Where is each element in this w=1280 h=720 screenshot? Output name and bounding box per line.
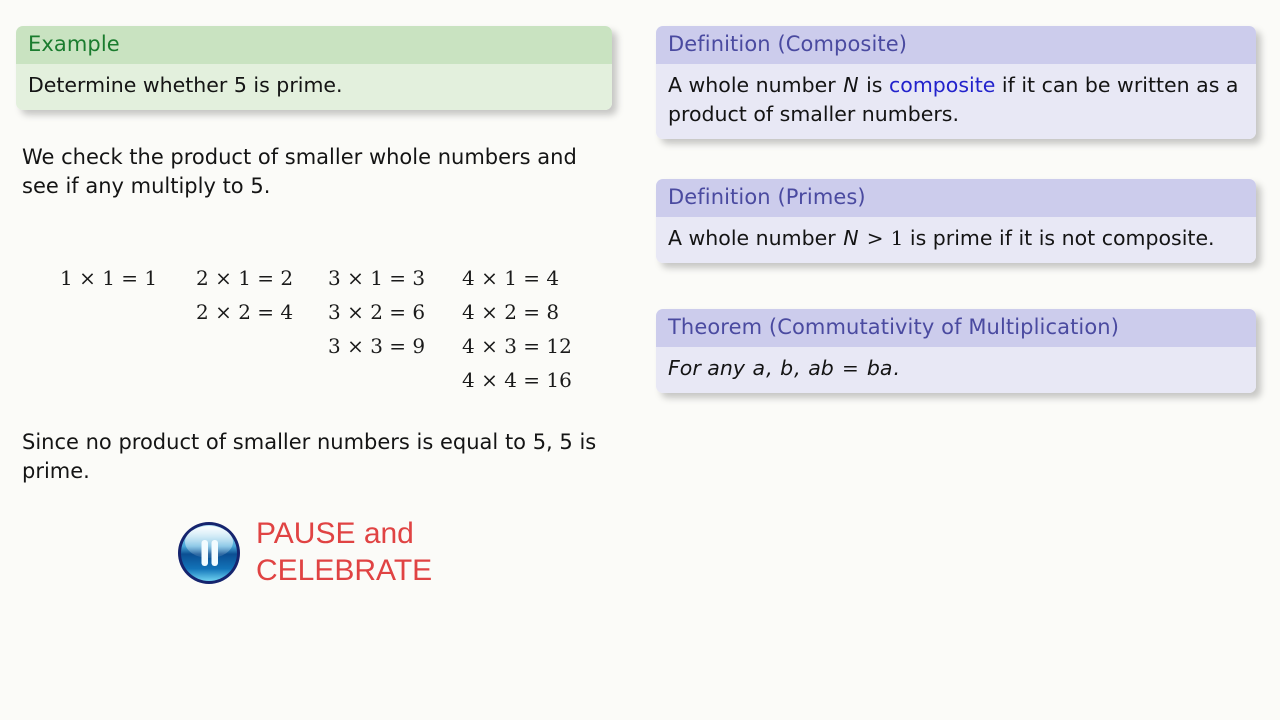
example-block: Example Determine whether 5 is prime.: [16, 26, 612, 111]
table-cell: [316, 370, 448, 392]
table-cell: 2 × 1 = 2: [196, 266, 294, 290]
multiplication-table: 1 × 1 = 1 2 × 1 = 2 3 × 1 = 3 4 × 1 = 4 …: [52, 268, 580, 392]
table-cell: 4 × 1 = 4: [462, 266, 560, 290]
definition-composite-body: A whole number N is composite if it can …: [656, 64, 1256, 140]
example-block-title: Example: [16, 26, 612, 64]
pause-and-celebrate-text: PAUSE and CELEBRATE: [256, 516, 432, 589]
table-cell: 2 × 2 = 4: [196, 300, 294, 324]
definition-primes-body: A whole number N > 1 is prime if it is n…: [656, 217, 1256, 264]
example-block-statement: Determine whether 5 is prime.: [16, 64, 612, 111]
theorem-commutativity-body: For any a, b, ab = ba.: [656, 347, 1256, 394]
explanation-text: We check the product of smaller whole nu…: [22, 145, 577, 198]
theorem-commutativity-block: Theorem (Commutativity of Multiplication…: [656, 309, 1256, 394]
pause-button-icon[interactable]: [176, 520, 242, 586]
table-cell: 1 × 1 = 1: [60, 266, 158, 290]
table-cell: 4 × 2 = 8: [462, 300, 560, 324]
table-cell: 3 × 3 = 9: [328, 334, 426, 358]
definition-composite-title: Definition (Composite): [656, 26, 1256, 64]
definition-composite-block: Definition (Composite) A whole number N …: [656, 26, 1256, 140]
table-cell: 4 × 4 = 16: [462, 368, 572, 392]
table-cell: [52, 302, 184, 324]
table-cell: [184, 336, 316, 358]
definition-primes-title: Definition (Primes): [656, 179, 1256, 217]
definition-primes-block: Definition (Primes) A whole number N > 1…: [656, 179, 1256, 264]
table-cell: [52, 370, 184, 392]
conclusion-text: Since no product of smaller numbers is e…: [22, 430, 597, 483]
pause-and-celebrate-callout: PAUSE and CELEBRATE: [176, 516, 432, 589]
table-cell: [52, 336, 184, 358]
table-cell: 3 × 1 = 3: [328, 266, 426, 290]
pause-text-line-2: CELEBRATE: [256, 553, 433, 587]
table-cell: [184, 370, 316, 392]
table-cell: 4 × 3 = 12: [462, 334, 572, 358]
theorem-commutativity-title: Theorem (Commutativity of Multiplication…: [656, 309, 1256, 347]
pause-text-line-1: PAUSE and: [256, 517, 414, 550]
table-cell: 3 × 2 = 6: [328, 300, 426, 324]
